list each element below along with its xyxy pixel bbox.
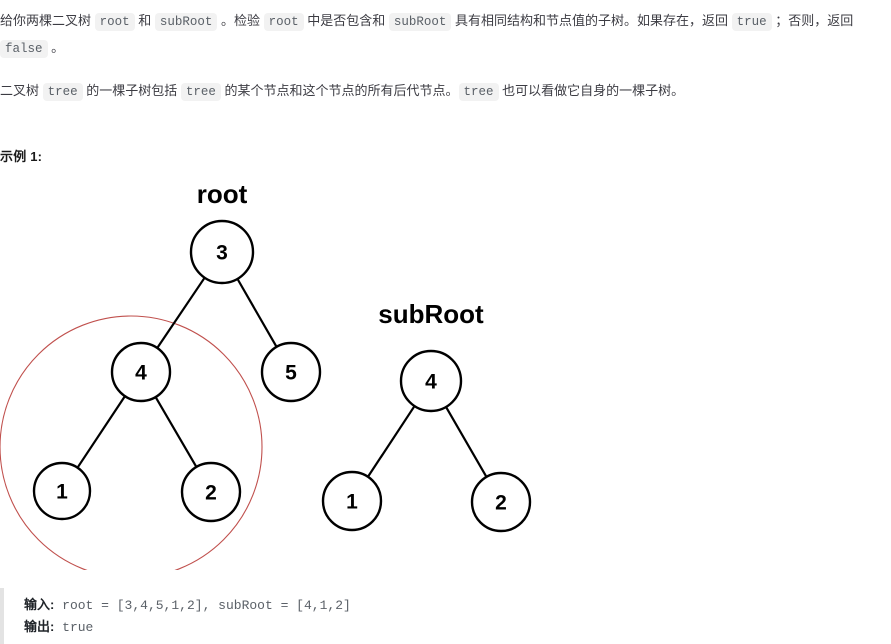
tree-node: 1 xyxy=(321,470,383,532)
tree-node: 1 xyxy=(32,461,92,521)
tree-edge xyxy=(156,277,206,349)
inline-code-chip: root xyxy=(263,13,304,31)
inline-code-chip: root xyxy=(94,13,135,31)
tree-node-value: 4 xyxy=(425,371,437,394)
tree-edge xyxy=(76,395,126,469)
input-label: 输入: xyxy=(24,597,55,612)
tree-node: 2 xyxy=(470,471,532,533)
tree-node-value: 4 xyxy=(135,362,147,385)
subroot-tree-caption: subRoot xyxy=(378,299,484,329)
input-value: root = [3,4,5,1,2], subRoot = [4,1,2] xyxy=(54,598,351,613)
tree-node-value: 1 xyxy=(346,491,358,514)
tree-edge xyxy=(154,396,198,468)
inline-code-chip: tree xyxy=(458,83,499,101)
tree-diagram-svg: 3 4 5 1 2 4 1 2 root subRoot xyxy=(0,179,532,570)
description-paragraph-1: 给你两棵二叉树 root 和 subRoot 。检验 root 中是否包含和 s… xyxy=(0,13,854,58)
tree-node: 3 xyxy=(189,219,255,285)
tree-node-value: 2 xyxy=(495,492,507,515)
example-input-line: 输入: root = [3,4,5,1,2], subRoot = [4,1,2… xyxy=(24,594,860,616)
inline-code-chip: true xyxy=(731,13,772,31)
problem-description: 给你两棵二叉树 root 和 subRoot 。检验 root 中是否包含和 s… xyxy=(0,0,891,105)
tree-node-value: 3 xyxy=(216,242,228,265)
tree-node-value: 1 xyxy=(56,481,68,504)
tree-node-value: 5 xyxy=(285,362,297,385)
description-paragraph-2: 二叉树 tree 的一棵子树包括 tree 的某个节点和这个节点的所有后代节点。… xyxy=(0,83,685,101)
tree-edge xyxy=(445,406,488,478)
root-tree-caption: root xyxy=(197,179,248,209)
inline-code-chip: tree xyxy=(42,83,83,101)
tree-node: 4 xyxy=(399,349,463,413)
tree-node: 2 xyxy=(180,461,242,523)
output-label: 输出: xyxy=(24,619,55,634)
output-value: true xyxy=(54,620,94,635)
example-heading: 示例 1: xyxy=(0,149,43,164)
example-io-block: 输入: root = [3,4,5,1,2], subRoot = [4,1,2… xyxy=(0,588,860,644)
tree-node: 4 xyxy=(110,341,172,403)
inline-code-chip: tree xyxy=(180,83,221,101)
tree-edge xyxy=(236,278,278,348)
tree-nodes-layer: 3 4 5 1 2 4 1 2 xyxy=(32,219,532,533)
tree-edge xyxy=(367,405,416,478)
binary-tree-figure: 3 4 5 1 2 4 1 2 root subRoot xyxy=(0,170,600,570)
tree-node: 5 xyxy=(260,341,322,403)
inline-code-chip: subRoot xyxy=(154,13,218,31)
inline-code-chip: false xyxy=(0,40,48,58)
tree-node-value: 2 xyxy=(205,482,217,505)
example-output-line: 输出: true xyxy=(24,616,860,638)
inline-code-chip: subRoot xyxy=(388,13,452,31)
